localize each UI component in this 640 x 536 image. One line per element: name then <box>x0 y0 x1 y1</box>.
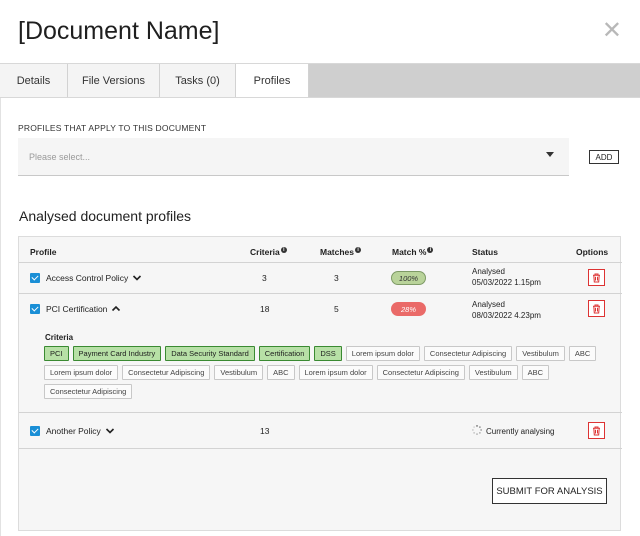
criteria-tags: PCI Payment Card Industry Data Security St… <box>44 346 604 399</box>
chevron-down-icon[interactable] <box>105 427 115 435</box>
criteria-tag: Lorem ipsum dolor <box>44 365 119 380</box>
criteria-tag: Consectetur Adipiscing <box>44 384 133 399</box>
criteria-tag: Vestibulum <box>214 365 264 380</box>
status-text: Analysed 05/03/2022 1.15pm <box>472 267 541 287</box>
status-text: Currently analysing <box>486 427 555 436</box>
col-header-matches: Matches i <box>320 247 362 257</box>
chevron-down-icon[interactable] <box>132 274 142 282</box>
tab-profiles[interactable]: Profiles <box>236 64 309 97</box>
status-text: Analysed 08/03/2022 4.23pm <box>472 300 541 320</box>
col-header-criteria: Criteria i <box>250 247 287 257</box>
analysed-heading: Analysed document profiles <box>19 208 191 224</box>
col-header-status: Status <box>472 247 498 257</box>
delete-button[interactable] <box>588 300 605 317</box>
checkbox-checked-icon[interactable] <box>30 304 40 314</box>
table-row: PCI Certification 18 5 28% Analysed 08/0… <box>19 293 622 412</box>
criteria-tag: Consectetur Adipiscing <box>423 346 513 361</box>
criteria-tag: PCI <box>44 346 69 361</box>
page-title: [Document Name] <box>18 17 220 45</box>
delete-button[interactable] <box>588 269 605 286</box>
profiles-section-label: PROFILES THAT APPLY TO THIS DOCUMENT <box>18 123 207 133</box>
col-header-options: Options <box>576 247 609 257</box>
criteria-tag: ABC <box>521 365 550 380</box>
col-header-profile: Profile <box>30 247 57 257</box>
criteria-tag: Lorem ipsum dolor <box>345 346 420 361</box>
criteria-tag: Consectetur Adipiscing <box>376 365 465 380</box>
profiles-content: PROFILES THAT APPLY TO THIS DOCUMENT Ple… <box>0 98 640 536</box>
criteria-tag: Lorem ipsum dolor <box>298 365 373 380</box>
submit-for-analysis-button[interactable]: SUBMIT FOR ANALYSIS <box>492 478 607 504</box>
dialog-header: [Document Name] ✕ <box>0 0 640 64</box>
criteria-tag: Vestibulum <box>516 346 565 361</box>
delete-button[interactable] <box>588 422 605 439</box>
tab-details[interactable]: Details <box>0 64 68 97</box>
trash-icon <box>593 304 600 313</box>
info-icon[interactable]: i <box>280 247 287 253</box>
matches-count: 5 <box>334 304 339 314</box>
criteria-tag: Certification <box>258 346 311 361</box>
matches-count: 3 <box>334 273 339 283</box>
trash-icon <box>593 273 600 282</box>
tab-bar: Details File Versions Tasks (0) Profiles <box>0 64 640 98</box>
checkbox-checked-icon[interactable] <box>30 273 40 283</box>
chevron-up-icon[interactable] <box>111 305 121 313</box>
table-row: Access Control Policy 3 3 100% Analysed … <box>19 262 622 293</box>
criteria-tag: Data Security Standard <box>165 346 255 361</box>
table-row: Another Policy 13 Currently analysing <box>19 412 622 449</box>
checkbox-checked-icon[interactable] <box>30 426 40 436</box>
spinner-icon <box>472 425 482 435</box>
criteria-tag: Vestibulum <box>468 365 518 380</box>
add-button[interactable]: ADD <box>589 150 619 164</box>
close-icon[interactable]: ✕ <box>602 19 622 43</box>
tab-file-versions[interactable]: File Versions <box>68 64 160 97</box>
col-header-match-pct: Match % i <box>392 247 434 257</box>
analysed-profiles-panel: Profile Criteria i Matches i Match % i Stat… <box>18 236 622 531</box>
match-badge: 100% <box>391 271 426 285</box>
info-icon[interactable]: i <box>355 247 362 253</box>
profile-name: Access Control Policy <box>46 273 129 283</box>
profile-name: PCI Certification <box>46 304 108 314</box>
tab-tasks[interactable]: Tasks (0) <box>160 64 236 97</box>
trash-icon <box>593 426 600 435</box>
criteria-count: 13 <box>260 426 270 436</box>
match-badge: 28% <box>391 302 426 316</box>
info-icon[interactable]: i <box>427 247 434 253</box>
criteria-tag: Consectetur Adipiscing <box>122 365 211 380</box>
profile-select-placeholder: Please select... <box>29 152 91 162</box>
criteria-label: Criteria <box>45 333 74 342</box>
criteria-tag: ABC <box>267 365 295 380</box>
criteria-count: 18 <box>260 304 270 314</box>
caret-down-icon <box>546 152 554 157</box>
criteria-tag: DSS <box>314 346 342 361</box>
criteria-tag: ABC <box>568 346 597 361</box>
criteria-tag: Payment Card Industry <box>72 346 162 361</box>
criteria-count: 3 <box>262 273 267 283</box>
profile-name: Another Policy <box>46 426 101 436</box>
profile-select[interactable]: Please select... <box>18 138 569 176</box>
